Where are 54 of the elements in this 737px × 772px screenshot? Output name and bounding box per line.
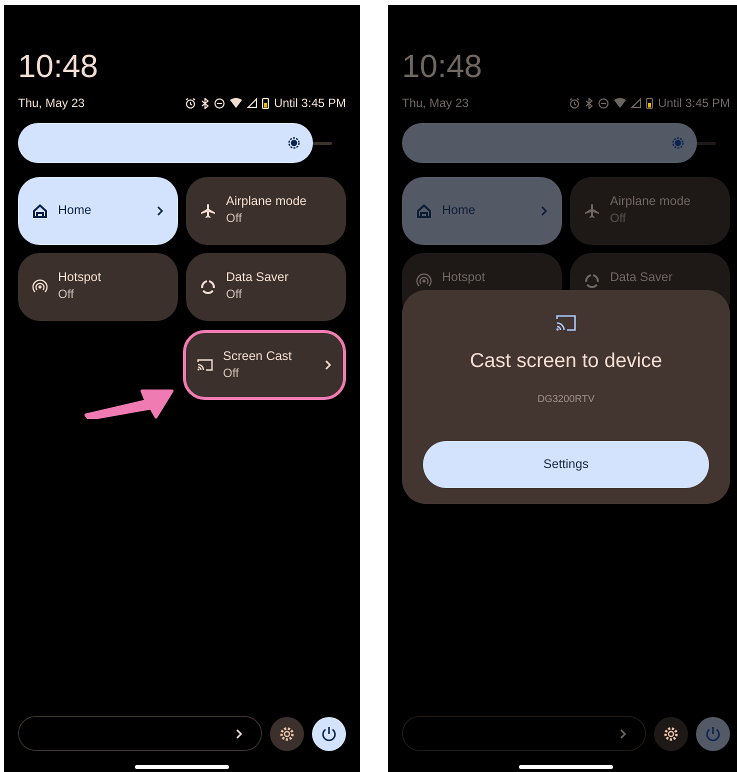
quick-setting-tile[interactable]: Screen Cast Off [183,330,346,400]
brightness-slider[interactable] [18,123,314,163]
settings-button[interactable] [270,716,304,750]
do-not-disturb-icon [214,98,225,108]
brightness-icon [671,136,686,150]
power-icon [321,726,337,742]
bluetooth-icon [584,98,593,108]
settings-button[interactable] [654,716,688,750]
chevron-icon [619,728,627,738]
user-field[interactable] [402,716,646,751]
chevron-icon [324,360,332,370]
hotspot-icon [32,279,48,295]
home-icon [32,203,48,219]
do-not-disturb-icon [598,98,609,108]
user-field[interactable] [18,716,262,751]
power-icon [705,726,721,742]
cast-icon [197,358,213,372]
quick-setting-tile[interactable]: Data Saver Off [186,253,346,321]
data-saver-icon [584,273,600,289]
signal-icon [630,98,641,108]
battery-icon [646,97,653,109]
dialog-title: Cast screen to device [470,349,662,374]
home-icon [416,203,432,219]
wifi-icon [614,98,626,108]
data-saver-icon [200,279,216,295]
clock-time: 10:48 [18,50,98,82]
quick-setting-tile[interactable]: Home [18,177,178,245]
battery-status-text: Until 3:45 PM [274,95,346,112]
cast-icon [555,314,577,332]
chevron-icon [235,728,243,738]
airplane-icon [584,203,600,219]
battery-status-text: Until 3:45 PM [658,95,730,112]
settings-button[interactable]: Settings [423,441,709,488]
chevron-icon [540,206,548,216]
quick-setting-tile[interactable]: Airplane mode Off [186,177,346,245]
bluetooth-icon [200,98,209,108]
clock-time: 10:48 [402,50,482,82]
wifi-icon [230,98,242,108]
date-text: Thu, May 23 [18,95,85,112]
alarm-icon [184,98,196,108]
chevron-icon [156,206,164,216]
gear-icon [279,726,295,742]
date-text: Thu, May 23 [402,95,469,112]
power-button[interactable] [312,716,346,750]
device-name: DG3200RTV [537,393,595,407]
signal-icon [246,98,257,108]
gear-icon [663,726,679,742]
brightness-icon [287,136,302,150]
alarm-icon [568,98,580,108]
airplane-icon [200,203,216,219]
battery-icon [262,97,269,109]
hotspot-icon [416,273,432,289]
quick-setting-tile[interactable]: Hotspot Off [18,253,178,321]
brightness-slider[interactable] [402,123,698,163]
